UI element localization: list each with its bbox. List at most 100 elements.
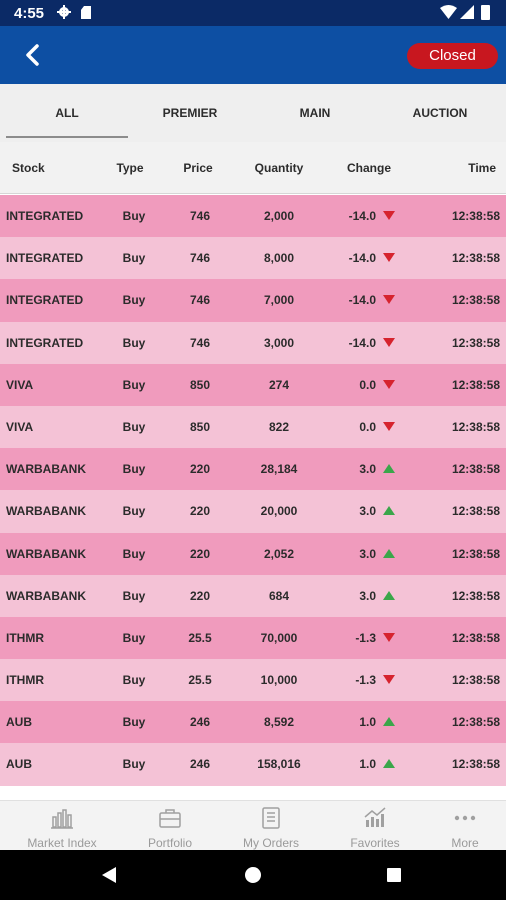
active-tab-indicator: [6, 136, 128, 138]
stock-name: ITHMR: [6, 673, 44, 688]
bottom-navigation: Market Index Portfolio My Orders Favorit…: [0, 800, 506, 850]
table-row[interactable]: WARBABANK Buy 220 20,000 3.0 12:38:58: [0, 490, 506, 533]
column-header-time[interactable]: Time: [468, 142, 496, 194]
nav-my-orders[interactable]: My Orders: [221, 801, 321, 851]
price-value: 850: [189, 419, 211, 434]
quantity-value: 70,000: [260, 630, 298, 645]
change-value: 3.0: [359, 462, 376, 477]
table-header: Stock Type Price Quantity Change Time: [0, 142, 506, 194]
change-direction: [381, 364, 395, 406]
price-value: 746: [189, 251, 211, 266]
quantity-value: 3,000: [263, 335, 295, 350]
more-dots-icon: [454, 815, 476, 821]
stock-name: WARBABANK: [6, 588, 86, 603]
system-recents-icon[interactable]: [387, 868, 401, 882]
order-type: Buy: [122, 715, 146, 730]
status-time: 4:55: [14, 5, 45, 22]
trade-time: 12:38:58: [451, 715, 500, 730]
column-header-price[interactable]: Price: [178, 142, 218, 194]
order-type: Buy: [122, 209, 146, 223]
quantity-value: 8,592: [263, 715, 295, 730]
table-row[interactable]: WARBABANK Buy 220 2,052 3.0 12:38:58: [0, 532, 506, 575]
back-arrow-icon[interactable]: [20, 42, 46, 68]
change-value: -1.3: [355, 630, 376, 645]
change-value: -14.0: [348, 293, 376, 308]
table-row[interactable]: WARBABANK Buy 220 684 3.0 12:38:58: [0, 574, 506, 617]
price-value: 220: [189, 546, 211, 561]
trade-time: 12:38:58: [451, 293, 500, 308]
tab-premier[interactable]: PREMIER: [129, 84, 251, 142]
tab-auction[interactable]: AUCTION: [379, 84, 501, 142]
quantity-value: 7,000: [263, 293, 295, 308]
table-row[interactable]: INTEGRATED Buy 746 3,000 -14.0 12:38:58: [0, 321, 506, 364]
change-direction: [381, 322, 395, 364]
change-direction: [381, 701, 395, 743]
price-value: 746: [189, 293, 211, 308]
stock-name: ITHMR: [6, 630, 44, 645]
table-row[interactable]: INTEGRATED Buy 746 8,000 -14.0 12:38:58: [0, 237, 506, 280]
column-header-stock[interactable]: Stock: [12, 142, 45, 194]
table-row[interactable]: WARBABANK Buy 220 28,184 3.0 12:38:58: [0, 448, 506, 491]
table-row[interactable]: AUB Buy 246 8,592 1.0 12:38:58: [0, 701, 506, 744]
table-row[interactable]: ITHMR Buy 25.5 10,000 -1.3 12:38:58: [0, 659, 506, 702]
tab-all[interactable]: ALL: [6, 84, 128, 142]
column-header-type[interactable]: Type: [114, 142, 146, 194]
column-header-quantity[interactable]: Quantity: [245, 142, 313, 194]
order-type: Buy: [122, 293, 146, 308]
change-direction: [381, 533, 395, 575]
quantity-value: 10,000: [260, 673, 298, 688]
table-row[interactable]: AUB Buy 246 158,016 1.0 12:38:58: [0, 743, 506, 786]
table-row[interactable]: VIVA Buy 850 274 0.0 12:38:58: [0, 363, 506, 406]
table-row[interactable]: ITHMR Buy 25.5 70,000 -1.3 12:38:58: [0, 616, 506, 660]
nav-favorites[interactable]: Favorites: [325, 801, 425, 851]
nav-portfolio[interactable]: Portfolio: [120, 801, 220, 851]
nav-market-index[interactable]: Market Index: [12, 801, 112, 851]
trade-time: 12:38:58: [451, 209, 500, 223]
change-direction: [381, 659, 395, 701]
order-type: Buy: [122, 377, 146, 392]
table-row[interactable]: VIVA Buy 850 822 0.0 12:38:58: [0, 405, 506, 449]
system-home-icon[interactable]: [245, 867, 261, 883]
price-value: 246: [189, 757, 211, 772]
change-value: 3.0: [359, 588, 376, 603]
system-back-icon[interactable]: [102, 867, 116, 883]
change-value: 3.0: [359, 504, 376, 519]
wifi-icon: [440, 5, 457, 19]
trade-time: 12:38:58: [451, 419, 500, 434]
change-direction: [381, 490, 395, 532]
arrow-up-icon: [383, 717, 395, 727]
quantity-value: 274: [268, 377, 290, 392]
order-type: Buy: [122, 251, 146, 266]
order-type: Buy: [122, 630, 146, 645]
price-value: 850: [189, 377, 211, 392]
change-value: 1.0: [359, 715, 376, 730]
quantity-value: 2,000: [263, 209, 295, 223]
nav-more[interactable]: More: [415, 801, 506, 851]
change-direction: [381, 406, 395, 448]
change-direction: [381, 237, 395, 279]
order-type: Buy: [122, 673, 146, 688]
arrow-down-icon: [383, 295, 395, 305]
nav-label: Favorites: [350, 836, 400, 850]
quantity-value: 684: [268, 588, 290, 603]
trade-time: 12:38:58: [451, 462, 500, 477]
nav-label: Market Index: [27, 836, 97, 850]
trade-time: 12:38:58: [451, 546, 500, 561]
trade-time: 12:38:58: [451, 335, 500, 350]
arrow-up-icon: [383, 590, 395, 600]
arrow-down-icon: [383, 421, 395, 431]
arrow-up-icon: [383, 464, 395, 474]
change-value: 0.0: [359, 419, 376, 434]
trade-time: 12:38:58: [451, 588, 500, 603]
stock-name: WARBABANK: [6, 546, 86, 561]
table-row[interactable]: INTEGRATED Buy 746 7,000 -14.0 12:38:58: [0, 279, 506, 322]
quantity-value: 158,016: [257, 757, 301, 772]
change-value: 1.0: [359, 757, 376, 772]
market-tabs: ALL PREMIER MAIN AUCTION: [0, 84, 506, 142]
arrow-down-icon: [383, 211, 395, 220]
tab-main[interactable]: MAIN: [254, 84, 376, 142]
arrow-down-icon: [383, 253, 395, 263]
column-header-change[interactable]: Change: [341, 142, 397, 194]
arrow-down-icon: [383, 632, 395, 642]
table-row[interactable]: INTEGRATED Buy 746 2,000 -14.0 12:38:58: [0, 195, 506, 238]
